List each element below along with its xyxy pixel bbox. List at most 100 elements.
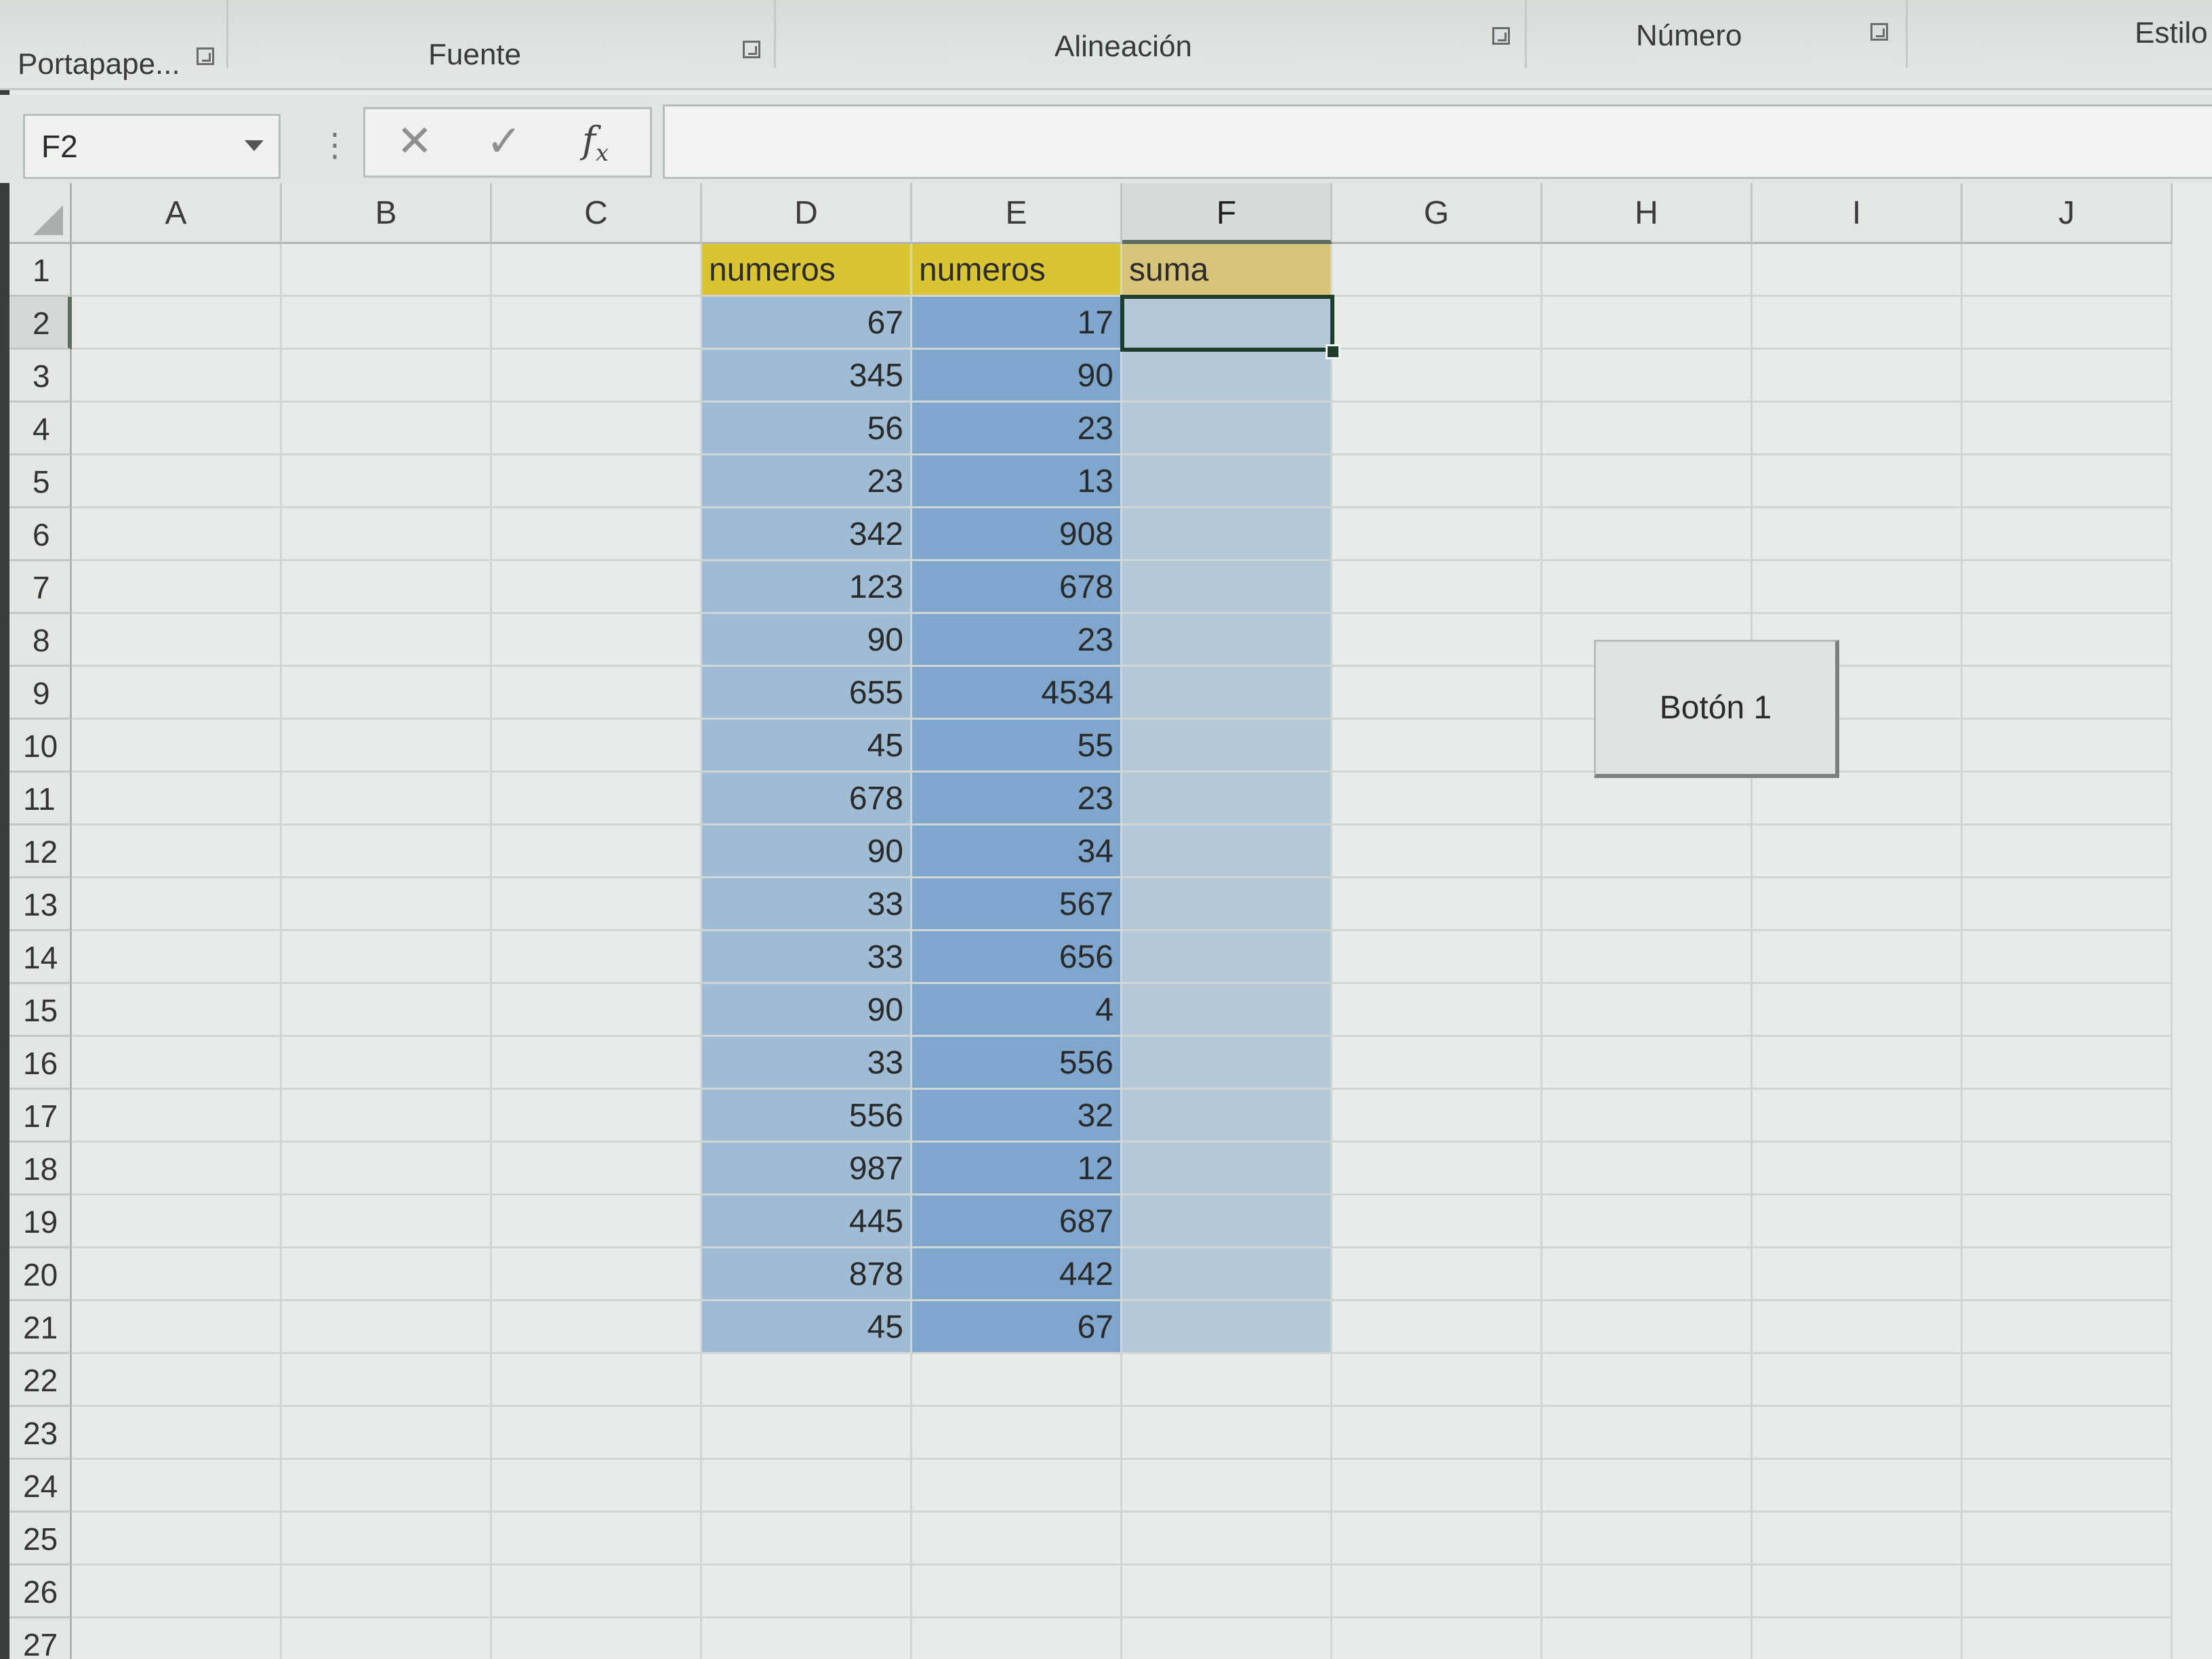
cell-e22[interactable] [912,1354,1122,1407]
cell-e1[interactable]: numeros [912,244,1122,297]
cell-b22[interactable] [282,1354,492,1407]
cell-h7[interactable] [1542,561,1753,614]
cell-j16[interactable] [1963,1037,2173,1090]
cell-d15[interactable]: 90 [702,984,912,1037]
cell-c11[interactable] [492,773,702,825]
cell-a16[interactable] [72,1037,282,1090]
cell-d7[interactable]: 123 [702,561,912,614]
cell-i18[interactable] [1753,1143,1963,1195]
cell-g21[interactable] [1332,1301,1542,1354]
cell-a5[interactable] [72,455,282,508]
cell-h20[interactable] [1542,1248,1753,1301]
cell-j14[interactable] [1963,931,2173,984]
cell-i12[interactable] [1753,825,1963,878]
cell-c18[interactable] [492,1143,702,1195]
cell-i19[interactable] [1753,1195,1963,1248]
cell-e11[interactable]: 23 [912,773,1122,825]
cell-a7[interactable] [72,561,282,614]
cell-b12[interactable] [282,825,492,878]
cell-h5[interactable] [1542,455,1753,508]
cell-g19[interactable] [1332,1195,1542,1248]
cell-i23[interactable] [1753,1407,1963,1460]
cell-d8[interactable]: 90 [702,614,912,667]
cell-b21[interactable] [282,1301,492,1354]
cell-g9[interactable] [1332,667,1542,720]
cell-b18[interactable] [282,1143,492,1195]
cell-d16[interactable]: 33 [702,1037,912,1090]
row-header-13[interactable]: 13 [9,878,72,931]
cell-i27[interactable] [1753,1618,1963,1659]
cell-c20[interactable] [492,1248,702,1301]
cell-g26[interactable] [1332,1565,1542,1618]
cell-h22[interactable] [1542,1354,1753,1407]
formula-input[interactable] [663,104,2212,179]
cell-h17[interactable] [1542,1090,1753,1143]
cell-d4[interactable]: 56 [702,403,912,455]
cell-f15[interactable] [1122,984,1332,1037]
cell-b7[interactable] [282,561,492,614]
cell-e15[interactable]: 4 [912,984,1122,1037]
cell-h16[interactable] [1542,1037,1753,1090]
cell-c27[interactable] [492,1618,702,1659]
cell-a9[interactable] [72,667,282,720]
cell-f18[interactable] [1122,1143,1332,1195]
cell-c9[interactable] [492,667,702,720]
more-options-icon[interactable]: ⋮ [319,126,351,164]
cell-b17[interactable] [282,1090,492,1143]
cell-g22[interactable] [1332,1354,1542,1407]
cell-b15[interactable] [282,984,492,1037]
cell-b6[interactable] [282,508,492,561]
cell-g14[interactable] [1332,931,1542,984]
cell-f7[interactable] [1122,561,1332,614]
row-header-25[interactable]: 25 [9,1513,72,1565]
column-header-i[interactable]: I [1753,183,1963,244]
cell-i20[interactable] [1753,1248,1963,1301]
name-box[interactable]: F2 [23,114,281,179]
cell-b26[interactable] [282,1565,492,1618]
cell-f21[interactable] [1122,1301,1332,1354]
column-header-j[interactable]: J [1963,183,2173,244]
close-icon[interactable]: ✕ [396,116,433,167]
cell-b13[interactable] [282,878,492,931]
alignment-launcher-icon[interactable] [1492,27,1510,45]
cell-f8[interactable] [1122,614,1332,667]
cell-i14[interactable] [1753,931,1963,984]
cell-h25[interactable] [1542,1513,1753,1565]
cell-c14[interactable] [492,931,702,984]
cell-g13[interactable] [1332,878,1542,931]
cell-g24[interactable] [1332,1460,1542,1513]
cell-g4[interactable] [1332,403,1542,455]
cell-j25[interactable] [1963,1513,2173,1565]
cell-g7[interactable] [1332,561,1542,614]
check-icon[interactable]: ✓ [486,116,523,167]
cell-b4[interactable] [282,403,492,455]
cell-c15[interactable] [492,984,702,1037]
cell-e20[interactable]: 442 [912,1248,1122,1301]
cell-a19[interactable] [72,1195,282,1248]
column-header-g[interactable]: G [1332,183,1542,244]
cell-g27[interactable] [1332,1618,1542,1659]
cell-i5[interactable] [1753,455,1963,508]
cell-a2[interactable] [72,297,282,350]
cell-a15[interactable] [72,984,282,1037]
cell-e27[interactable] [912,1618,1122,1659]
cell-a25[interactable] [72,1513,282,1565]
cell-c1[interactable] [492,244,702,297]
cell-b5[interactable] [282,455,492,508]
cell-c22[interactable] [492,1354,702,1407]
cell-a6[interactable] [72,508,282,561]
row-header-8[interactable]: 8 [9,614,72,667]
cell-j8[interactable] [1963,614,2173,667]
cell-f23[interactable] [1122,1407,1332,1460]
row-header-14[interactable]: 14 [9,931,72,984]
row-header-27[interactable]: 27 [9,1618,72,1659]
cell-b11[interactable] [282,773,492,825]
cell-j27[interactable] [1963,1618,2173,1659]
column-header-h[interactable]: H [1542,183,1753,244]
cell-d14[interactable]: 33 [702,931,912,984]
cell-f9[interactable] [1122,667,1332,720]
cell-i3[interactable] [1753,350,1963,403]
cell-f6[interactable] [1122,508,1332,561]
cell-c21[interactable] [492,1301,702,1354]
column-header-a[interactable]: A [72,183,282,244]
